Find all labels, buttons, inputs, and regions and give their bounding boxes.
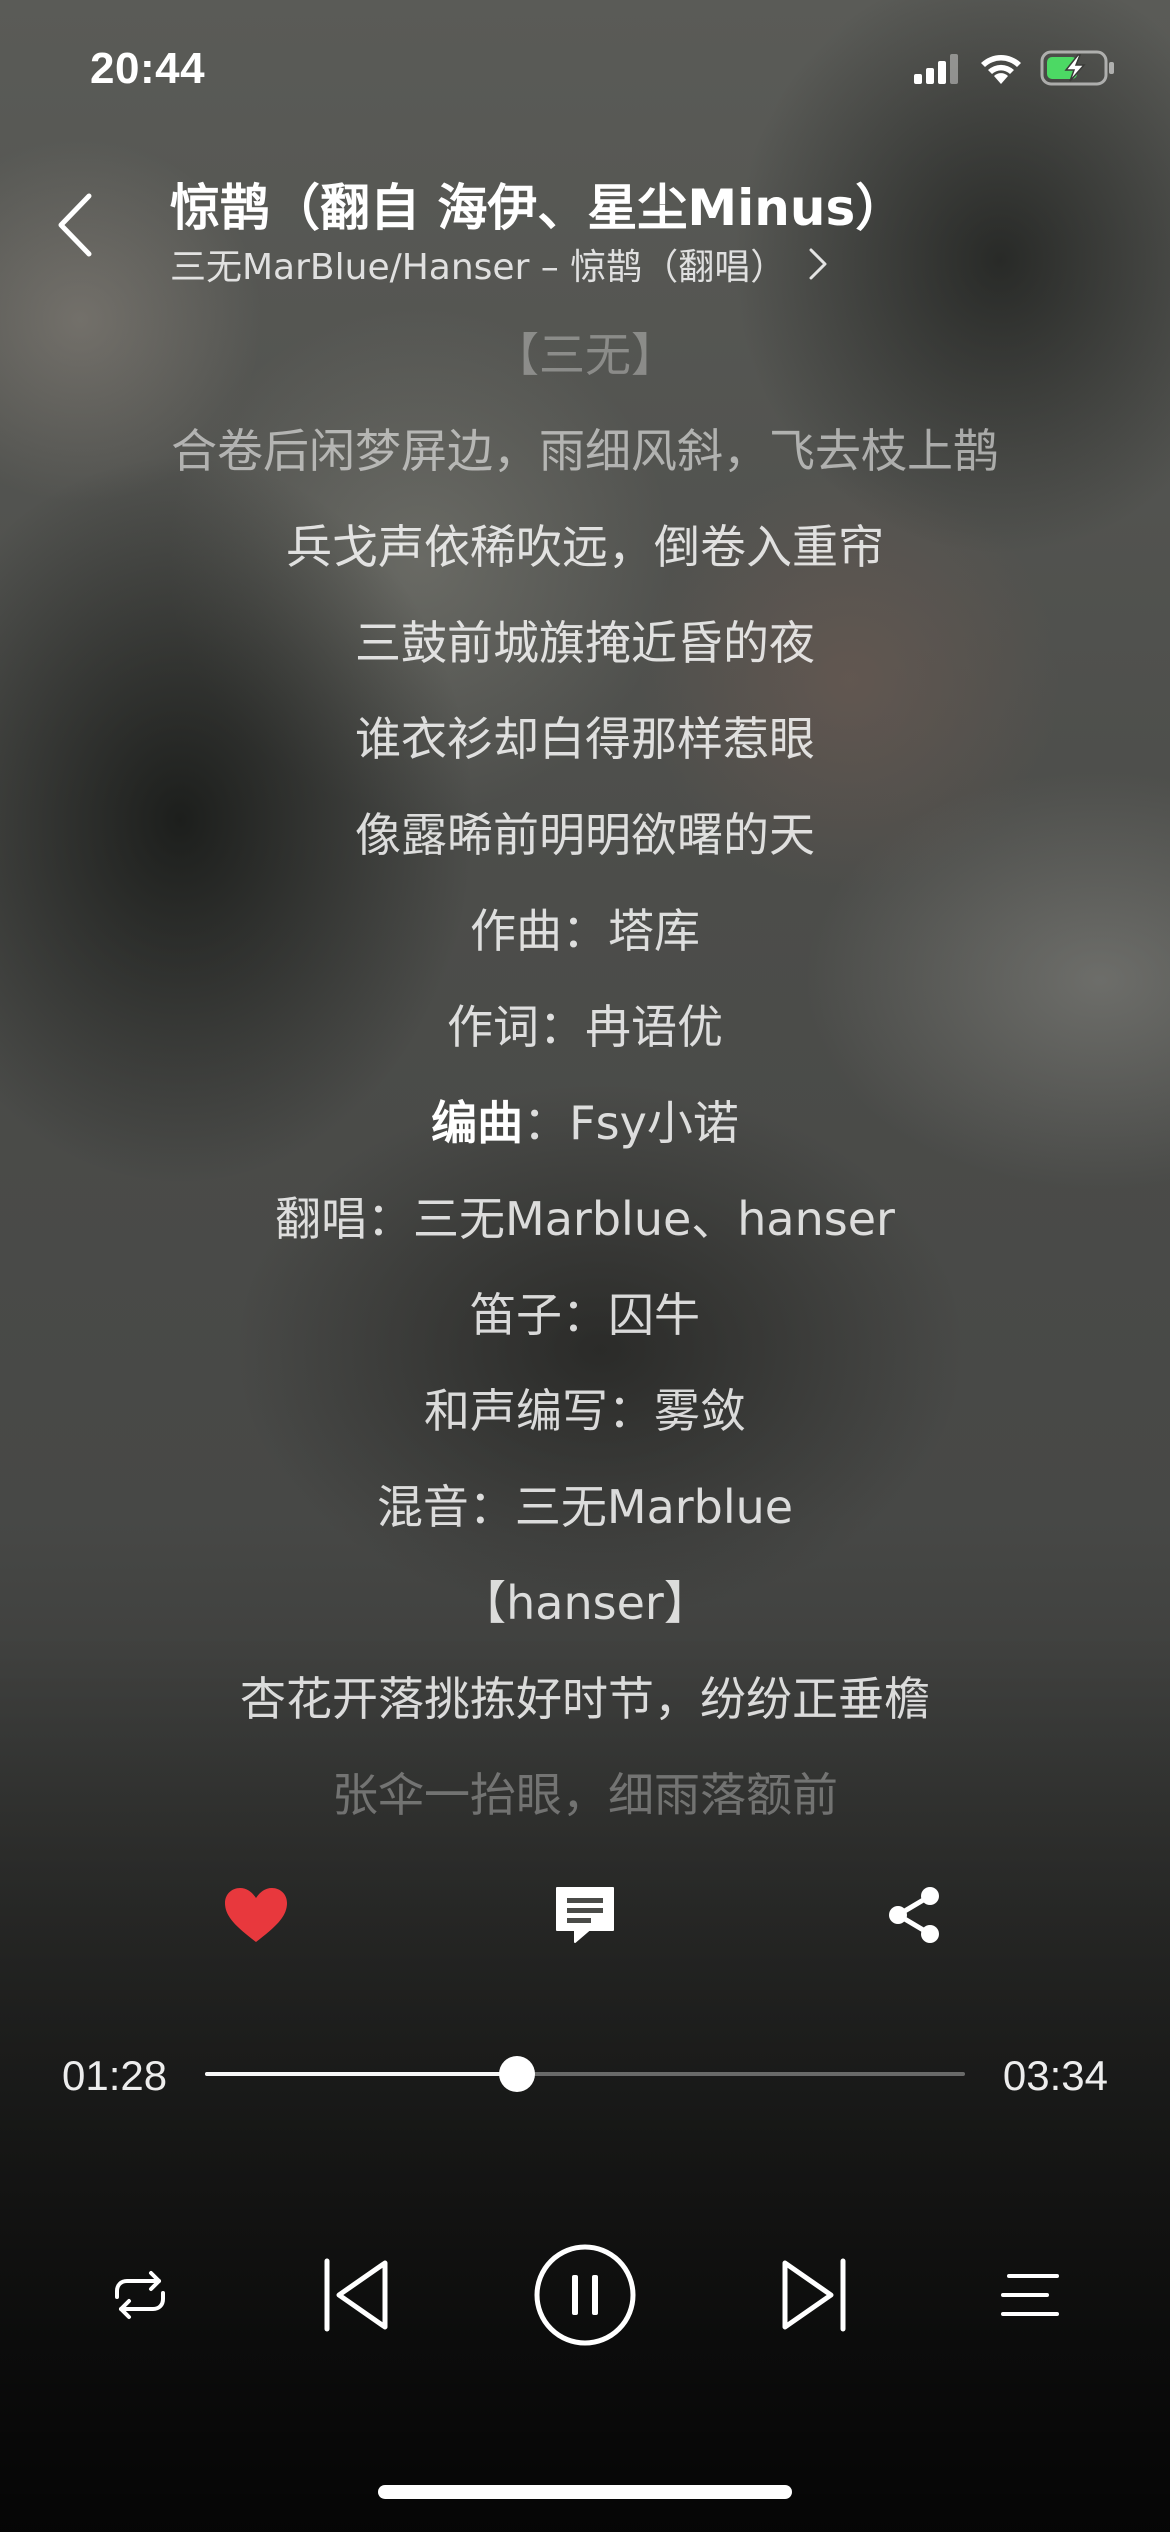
chevron-left-icon bbox=[58, 193, 92, 257]
chevron-right-icon bbox=[808, 247, 828, 281]
heart-icon bbox=[225, 1888, 287, 1942]
lyric-line: 【hanser】 bbox=[460, 1576, 710, 1630]
pause-icon bbox=[534, 2244, 636, 2346]
pause-button[interactable] bbox=[530, 2230, 640, 2360]
lyric-highlight: 编曲 bbox=[431, 1096, 524, 1150]
next-icon bbox=[782, 2258, 846, 2332]
lyric-line: 兵戈声依稀吹远，倒卷入重帘 bbox=[286, 520, 884, 574]
status-time: 20:44 bbox=[90, 44, 206, 93]
lyric-line-rest: ：Fsy小诺 bbox=[523, 1096, 739, 1150]
lyric-line: 作词：冉语优 bbox=[447, 1000, 723, 1054]
playlist-button[interactable] bbox=[985, 2230, 1075, 2360]
lyric-line-current: 编曲：Fsy小诺 bbox=[0, 1093, 1170, 1153]
progress-thumb[interactable] bbox=[498, 2056, 535, 2092]
song-artist-link[interactable]: 三无MarBlue/Hanser – 惊鹊（翻唱） bbox=[170, 238, 828, 290]
playback-progress: 01:28 03:34 bbox=[0, 2040, 1170, 2110]
like-button[interactable] bbox=[211, 1870, 301, 1960]
repeat-button[interactable] bbox=[95, 2230, 185, 2360]
lyric-line: 杏花开落挑拣好时节，纷纷正垂檐 bbox=[240, 1672, 930, 1726]
playback-controls bbox=[0, 2230, 1170, 2360]
progress-slider[interactable] bbox=[205, 2056, 965, 2092]
lyric-line: 笛子：囚牛 bbox=[470, 1288, 700, 1342]
lyric-line: 和声编写：雾敛 bbox=[424, 1384, 746, 1438]
previous-icon bbox=[324, 2258, 388, 2332]
lyrics-view[interactable]: 【三无】 合卷后闲梦屏边，雨细风斜，飞去枝上鹊 兵戈声依稀吹远，倒卷入重帘 三鼓… bbox=[0, 305, 1170, 1845]
next-button[interactable] bbox=[765, 2230, 865, 2360]
total-time: 03:34 bbox=[1002, 2052, 1108, 2099]
lyric-line: 三鼓前城旗掩近昏的夜 bbox=[355, 616, 815, 670]
status-bar: 20:44 bbox=[0, 0, 1170, 140]
lyric-line: 谁衣衫却白得那样惹眼 bbox=[355, 712, 815, 766]
cellular-signal-icon bbox=[914, 54, 958, 84]
wifi-icon bbox=[981, 55, 1021, 84]
lyric-line: 像露晞前明明欲曙的天 bbox=[355, 808, 815, 862]
share-icon bbox=[889, 1887, 939, 1943]
lyric-line: 翻唱：三无Marblue、hanser bbox=[275, 1192, 895, 1246]
status-icons bbox=[914, 50, 1116, 86]
playlist-icon bbox=[1001, 2274, 1059, 2316]
lyric-line: 混音：三无Marblue bbox=[376, 1480, 794, 1534]
lyric-line: 【三无】 bbox=[493, 328, 677, 382]
repeat-icon bbox=[115, 2271, 165, 2319]
previous-button[interactable] bbox=[305, 2230, 405, 2360]
lyric-line: 张伞一抬眼，细雨落额前 bbox=[332, 1768, 838, 1822]
share-button[interactable] bbox=[869, 1870, 959, 1960]
player-header: 惊鹊（翻自 海伊、星尘Minus） 三无MarBlue/Hanser – 惊鹊（… bbox=[0, 150, 1170, 300]
lyric-line: 合卷后闲梦屏边，雨细风斜，飞去枝上鹊 bbox=[171, 424, 999, 478]
comment-button[interactable] bbox=[540, 1870, 630, 1960]
home-indicator bbox=[378, 2485, 792, 2499]
lyric-line: 作曲：塔库 bbox=[470, 904, 700, 958]
song-subtitle-text: 三无MarBlue/Hanser – 惊鹊（翻唱） bbox=[170, 247, 787, 288]
back-button[interactable] bbox=[40, 180, 110, 270]
progress-fill bbox=[205, 2072, 517, 2076]
battery-charging-icon bbox=[1040, 50, 1114, 86]
comment-icon bbox=[556, 1887, 614, 1943]
current-time: 01:28 bbox=[62, 2052, 168, 2099]
action-row bbox=[0, 1870, 1170, 1960]
song-title: 惊鹊（翻自 海伊、星尘Minus） bbox=[170, 179, 906, 237]
